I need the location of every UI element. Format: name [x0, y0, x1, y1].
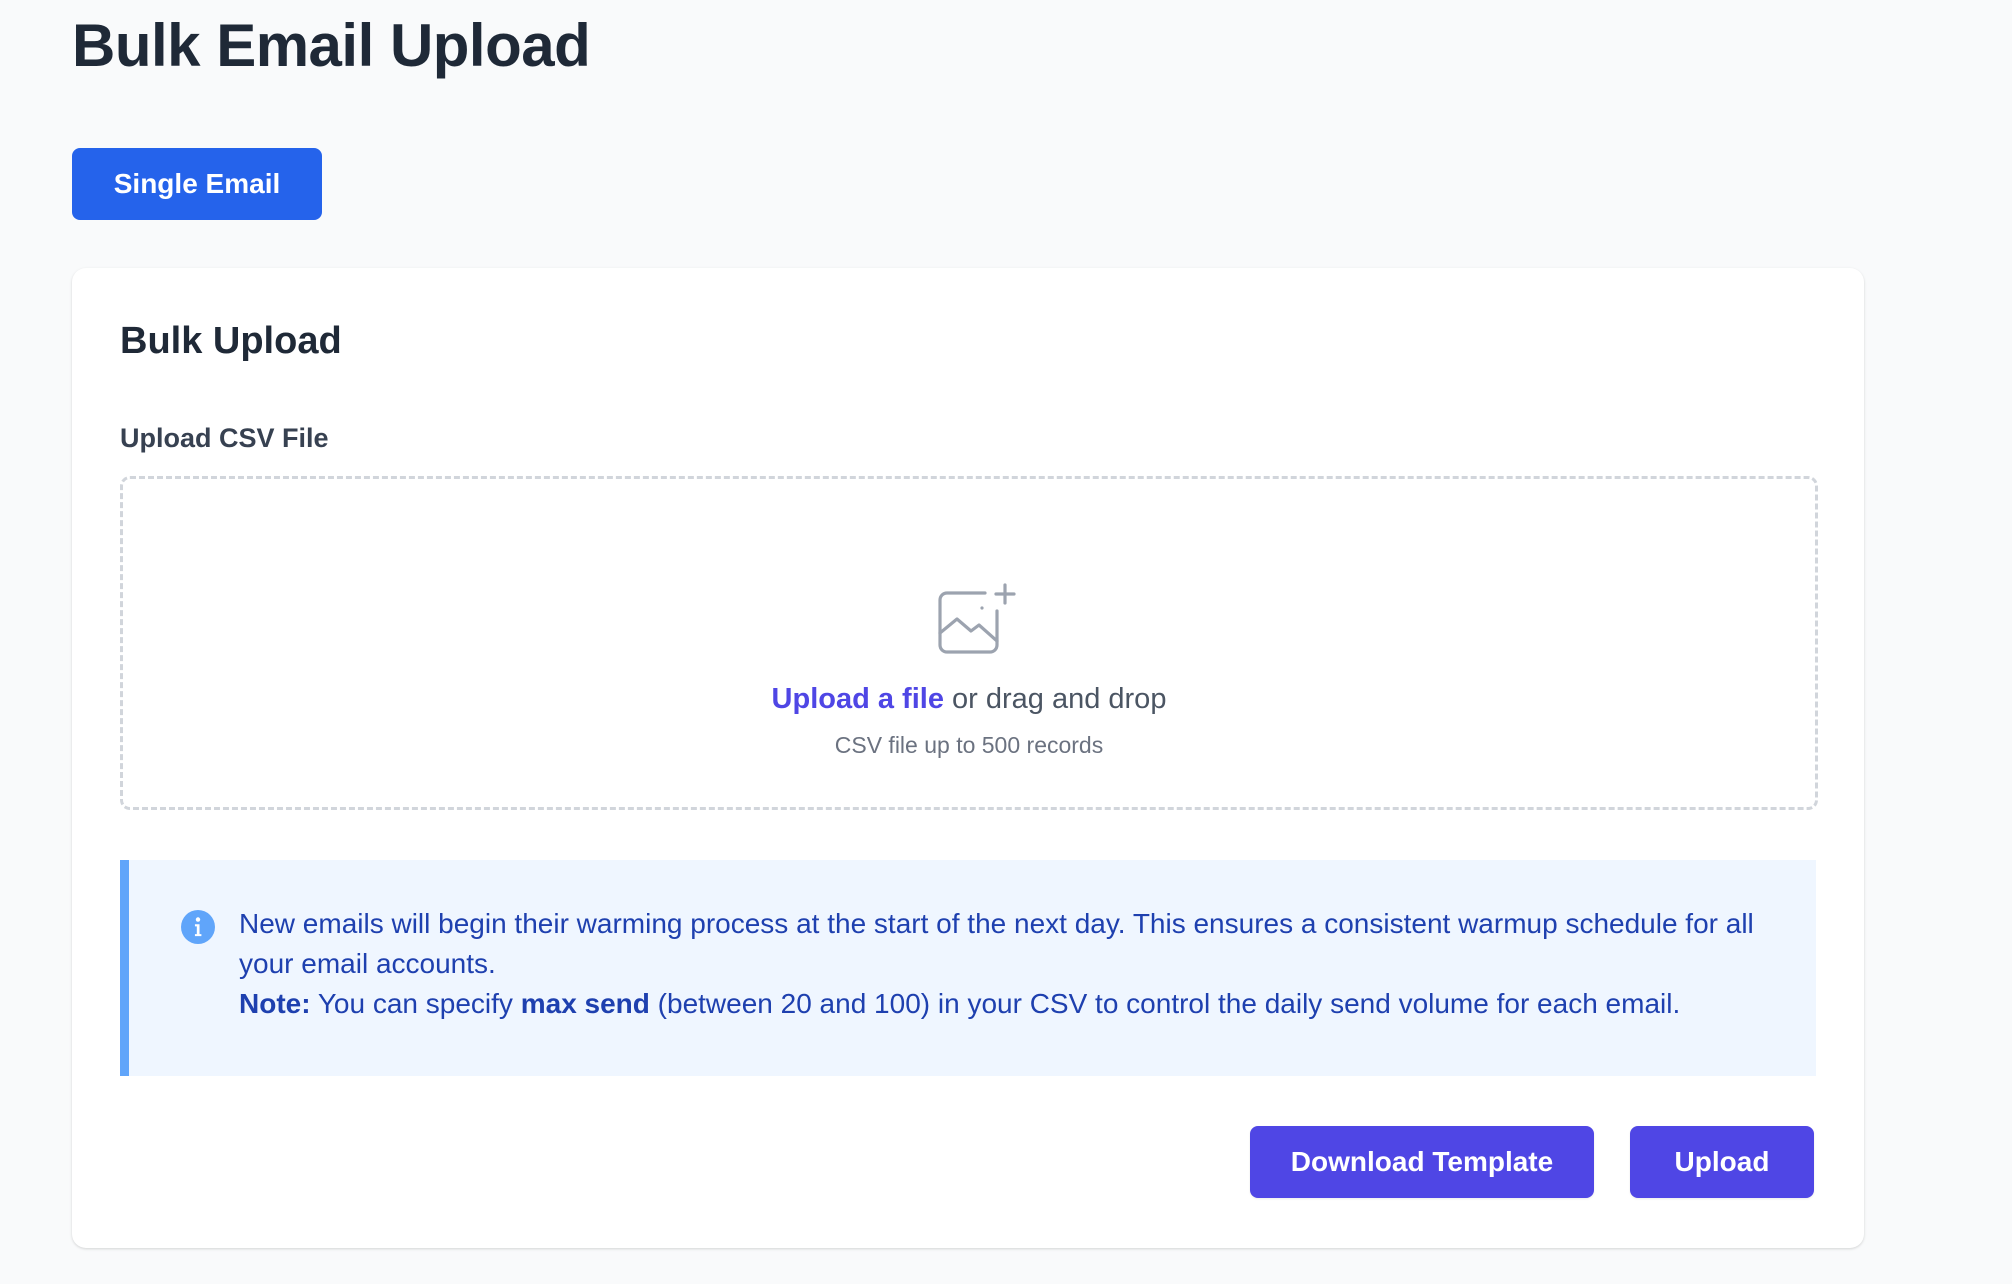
info-alert: New emails will begin their warming proc… — [120, 860, 1816, 1076]
bulk-upload-card: Bulk Upload Upload CSV File Upload a fil… — [72, 268, 1864, 1248]
single-email-button[interactable]: Single Email — [72, 148, 322, 220]
upload-file-link[interactable]: Upload a file — [772, 683, 944, 715]
upload-button[interactable]: Upload — [1630, 1126, 1814, 1198]
info-message: New emails will begin their warming proc… — [239, 908, 1754, 979]
drag-and-drop-text: or drag and drop — [952, 683, 1167, 715]
download-template-button[interactable]: Download Template — [1250, 1126, 1594, 1198]
dropzone-hint: CSV file up to 500 records — [834, 732, 1104, 758]
upload-csv-label: Upload CSV File — [120, 423, 329, 453]
image-plus-icon — [938, 583, 1016, 654]
card-title: Bulk Upload — [120, 320, 342, 362]
info-circle-icon — [181, 910, 215, 944]
note-text-before: You can specify — [317, 988, 513, 1019]
dropzone-text: Upload a file or drag and drop — [123, 679, 1815, 719]
info-text: New emails will begin their warming proc… — [239, 904, 1776, 1024]
file-dropzone[interactable]: Upload a file or drag and drop CSV file … — [120, 476, 1818, 810]
note-label: Note: — [239, 988, 311, 1019]
page-title: Bulk Email Upload — [72, 12, 591, 79]
note-highlight: max send — [520, 988, 650, 1019]
note-text-after: (between 20 and 100) in your CSV to cont… — [657, 988, 1681, 1019]
info-note: Note: You can specify max send (between … — [239, 984, 1776, 1024]
